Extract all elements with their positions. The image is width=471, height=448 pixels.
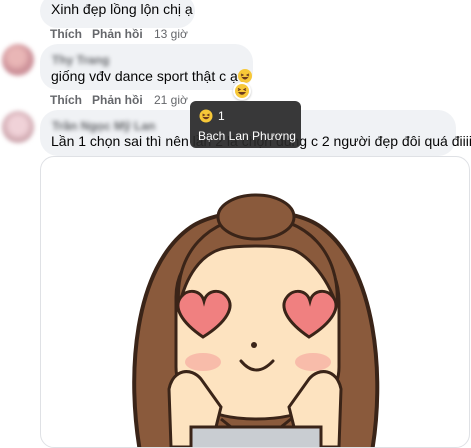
avatar[interactable] — [2, 44, 34, 76]
comment-bubble-2: Thy Trang giống vđv dance sport thật c ạ — [40, 44, 253, 90]
reaction-badge[interactable] — [233, 82, 251, 100]
reactor-name: Bạch Lan Phương — [198, 129, 296, 143]
reply-link[interactable]: Phản hồi — [92, 27, 143, 41]
comment-time[interactable]: 13 giờ — [154, 27, 188, 41]
heart-eyes-girl-sticker — [132, 193, 380, 447]
comment-text: Xinh đẹp lồng lộn chị ạ — [51, 1, 193, 17]
laughing-emoji-icon — [237, 69, 252, 83]
comment-bubble-1: Xinh đẹp lồng lộn chị ạ — [40, 0, 195, 28]
comment-text-content: giống vđv dance sport thật c ạ — [51, 68, 238, 84]
reaction-count: 1 — [218, 109, 225, 123]
comment-time[interactable]: 21 giờ — [154, 93, 188, 107]
comment-text: giống vđv dance sport thật c ạ — [51, 67, 252, 85]
haha-emoji-icon — [199, 109, 213, 123]
avatar[interactable] — [2, 111, 34, 143]
like-link[interactable]: Thích — [50, 93, 82, 107]
sticker-attachment[interactable] — [40, 156, 470, 448]
haha-emoji-icon — [235, 84, 249, 98]
reply-link[interactable]: Phản hồi — [92, 93, 143, 107]
like-link[interactable]: Thích — [50, 27, 82, 41]
reaction-tooltip: 1 Bạch Lan Phương — [190, 101, 301, 148]
